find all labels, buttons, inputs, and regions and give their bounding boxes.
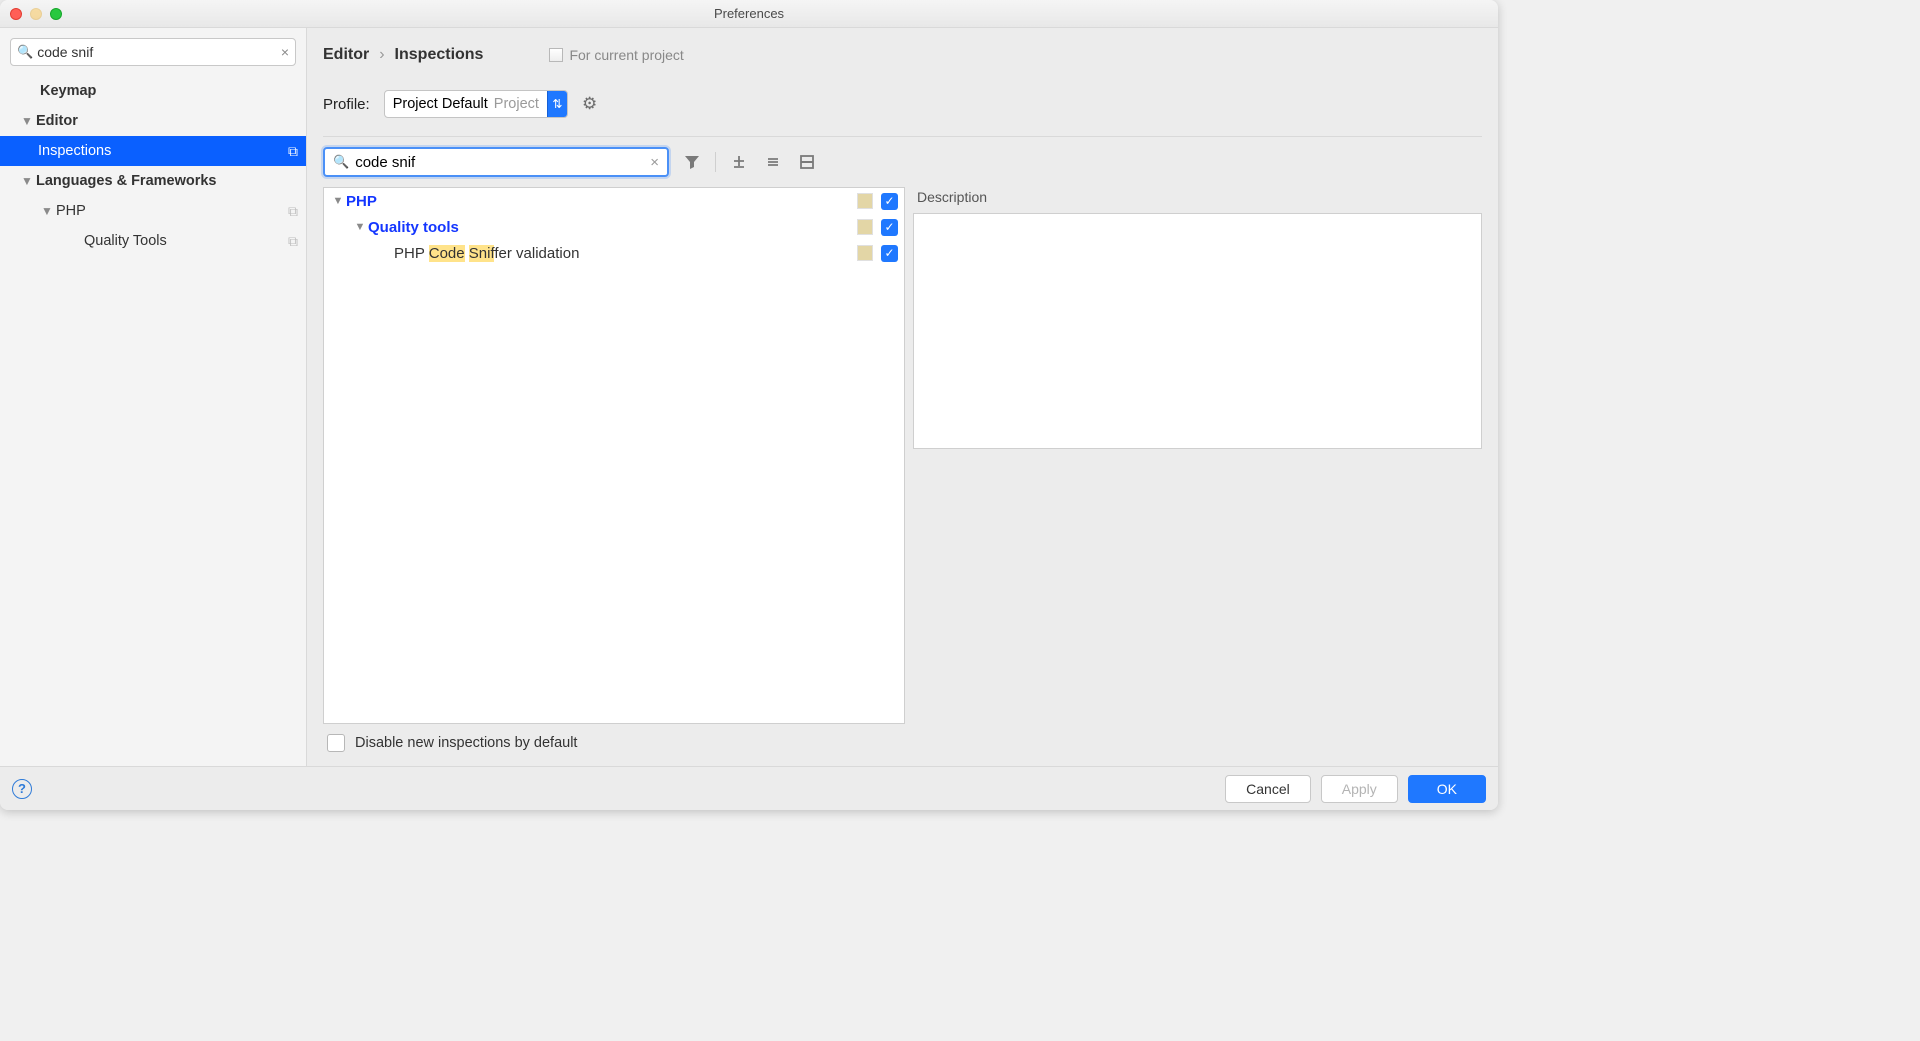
scope-indicator: For current project [549,47,683,63]
close-window-button[interactable] [10,8,22,20]
reset-icon[interactable] [796,151,818,173]
search-icon: 🔍 [333,154,349,170]
sidebar-tree: Keymap ▼ Editor Inspections ⧉ ▼ Language… [0,72,306,766]
disclosure-icon: ▼ [38,204,56,218]
disclosure-icon: ▼ [352,221,368,233]
sidebar-label: Languages & Frameworks [36,173,298,189]
description-column: Description [913,187,1482,724]
divider [323,136,1482,137]
combo-arrows-icon: ⇅ [547,91,567,117]
sidebar-item-keymap[interactable]: Keymap [0,76,306,106]
zoom-window-button[interactable] [50,8,62,20]
description-title: Description [913,187,1482,207]
divider [715,152,716,172]
collapse-all-icon[interactable] [762,151,784,173]
copy-icon: ⧉ [288,203,298,220]
severity-swatch[interactable] [857,193,873,209]
severity-swatch[interactable] [857,219,873,235]
description-box [913,213,1482,449]
tree-label: PHP Code Sniffer validation [394,245,857,262]
ok-button[interactable]: OK [1408,775,1486,803]
apply-button[interactable]: Apply [1321,775,1398,803]
sidebar-label: Quality Tools [84,233,288,249]
profile-row: Profile: Project Default Project ⇅ ⚙ [323,90,1482,118]
copy-icon: ⧉ [288,143,298,160]
scope-label: For current project [569,47,683,63]
tree-node-quality-tools[interactable]: ▼ Quality tools ✓ [324,214,904,240]
disable-new-label: Disable new inspections by default [355,735,577,751]
profile-select[interactable]: Project Default Project ⇅ [384,90,568,118]
window-controls [0,8,62,20]
sidebar-label: PHP [56,203,288,219]
profile-value: Project Default [393,96,488,112]
expand-all-icon[interactable] [728,151,750,173]
sidebar-search[interactable]: 🔍 × [10,38,296,66]
sidebar-item-editor[interactable]: ▼ Editor [0,106,306,136]
sidebar-item-languages[interactable]: ▼ Languages & Frameworks [0,166,306,196]
tree-node-php-code-sniffer[interactable]: PHP Code Sniffer validation ✓ [324,240,904,266]
enable-checkbox[interactable]: ✓ [881,245,898,262]
sidebar: 🔍 × Keymap ▼ Editor Inspections ⧉ [0,28,307,766]
inspection-toolbar: 🔍 × [323,147,1482,177]
sidebar-item-inspections[interactable]: Inspections ⧉ [0,136,306,166]
disclosure-icon: ▼ [18,174,36,188]
enable-checkbox[interactable]: ✓ [881,219,898,236]
crumb-editor[interactable]: Editor [323,46,369,64]
help-button[interactable]: ? [12,779,32,799]
filter-icon[interactable] [681,151,703,173]
disclosure-icon: ▼ [330,195,346,207]
window-title: Preferences [0,6,1498,21]
dialog-footer: ? Cancel Apply OK [0,766,1498,810]
sidebar-label: Keymap [40,83,298,99]
minimize-window-button[interactable] [30,8,42,20]
clear-search-icon[interactable]: × [281,44,289,60]
disable-new-row: Disable new inspections by default [323,724,1482,766]
content-pane: Editor › Inspections For current project… [307,28,1498,766]
inspection-tree[interactable]: ▼ PHP ✓ ▼ Quality tools ✓ PHP Code Sniff… [323,187,905,724]
search-icon: 🔍 [17,44,33,60]
sidebar-search-input[interactable] [37,44,277,60]
gear-icon[interactable]: ⚙ [582,94,597,114]
breadcrumb: Editor › Inspections For current project [323,42,1482,68]
profile-label: Profile: [323,96,370,113]
enable-checkbox[interactable]: ✓ [881,193,898,210]
disable-new-checkbox[interactable] [327,734,345,752]
tree-node-php[interactable]: ▼ PHP ✓ [324,188,904,214]
titlebar: Preferences [0,0,1498,28]
copy-icon: ⧉ [288,233,298,250]
crumb-inspections: Inspections [395,46,484,64]
profile-scope: Project [494,96,539,112]
chevron-right-icon: › [379,46,384,64]
clear-search-icon[interactable]: × [650,154,659,171]
inspection-search-input[interactable] [355,154,644,171]
tree-label: Quality tools [368,219,857,236]
sidebar-label: Editor [36,113,298,129]
tree-label: PHP [346,193,857,210]
severity-swatch[interactable] [857,245,873,261]
inspection-search[interactable]: 🔍 × [323,147,669,177]
disclosure-icon: ▼ [18,114,36,128]
sidebar-label: Inspections [38,143,288,159]
sidebar-item-quality-tools[interactable]: Quality Tools ⧉ [0,226,306,256]
sidebar-item-php[interactable]: ▼ PHP ⧉ [0,196,306,226]
preferences-window: Preferences 🔍 × Keymap ▼ Editor [0,0,1498,810]
project-scope-icon [549,48,563,62]
cancel-button[interactable]: Cancel [1225,775,1311,803]
